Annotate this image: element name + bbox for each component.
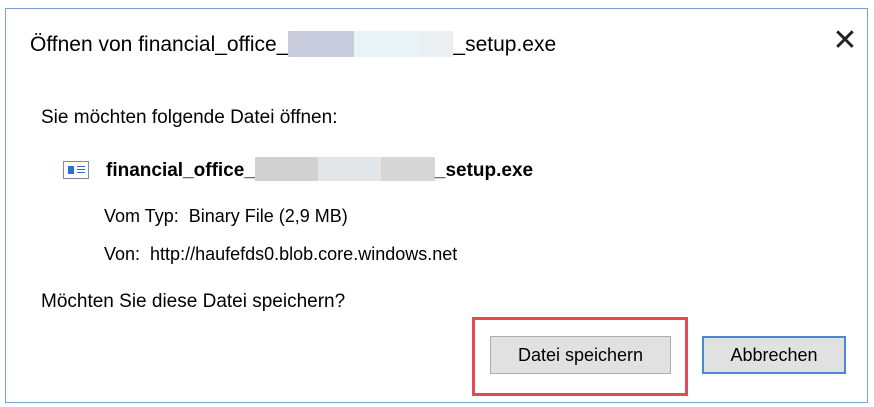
file-name-suffix: _setup.exe xyxy=(434,160,534,181)
save-question: Möchten Sie diese Datei speichern? xyxy=(41,291,346,312)
file-type-label: Vom Typ: xyxy=(104,206,179,226)
dialog-content: Sie möchten folgende Datei öffnen: finan… xyxy=(6,83,867,402)
dialog-heading: Sie möchten folgende Datei öffnen: xyxy=(41,107,338,128)
window-title: Öffnen von financial_office_ _setup.exe xyxy=(30,31,556,57)
close-icon: ✕ xyxy=(832,24,858,57)
file-row: financial_office_ _setup.exe xyxy=(63,157,533,182)
title-bar: Öffnen von financial_office_ _setup.exe ✕ xyxy=(6,9,867,83)
file-source-value: http://haufefds0.blob.core.windows.net xyxy=(150,244,458,264)
file-name: financial_office_ _setup.exe xyxy=(106,157,533,182)
file-icon xyxy=(63,160,89,179)
file-type-value: Binary File (2,9 MB) xyxy=(188,206,348,226)
redacted-file-name-part xyxy=(254,157,435,181)
close-button[interactable]: ✕ xyxy=(829,25,861,57)
file-source-label: Von: xyxy=(104,244,141,264)
file-type-row: Vom Typ: Binary File (2,9 MB) xyxy=(104,206,348,227)
save-file-button[interactable]: Datei speichern xyxy=(490,336,671,374)
file-name-prefix: financial_office_ xyxy=(106,160,255,181)
cancel-button[interactable]: Abbrechen xyxy=(702,336,846,374)
download-dialog: Öffnen von financial_office_ _setup.exe ✕… xyxy=(5,8,868,403)
window-title-suffix: _setup.exe xyxy=(453,33,557,56)
file-source-row: Von: http://haufefds0.blob.core.windows.n… xyxy=(104,244,457,265)
redacted-filename-part xyxy=(288,31,454,57)
window-title-prefix: Öffnen von financial_office_ xyxy=(30,33,289,56)
